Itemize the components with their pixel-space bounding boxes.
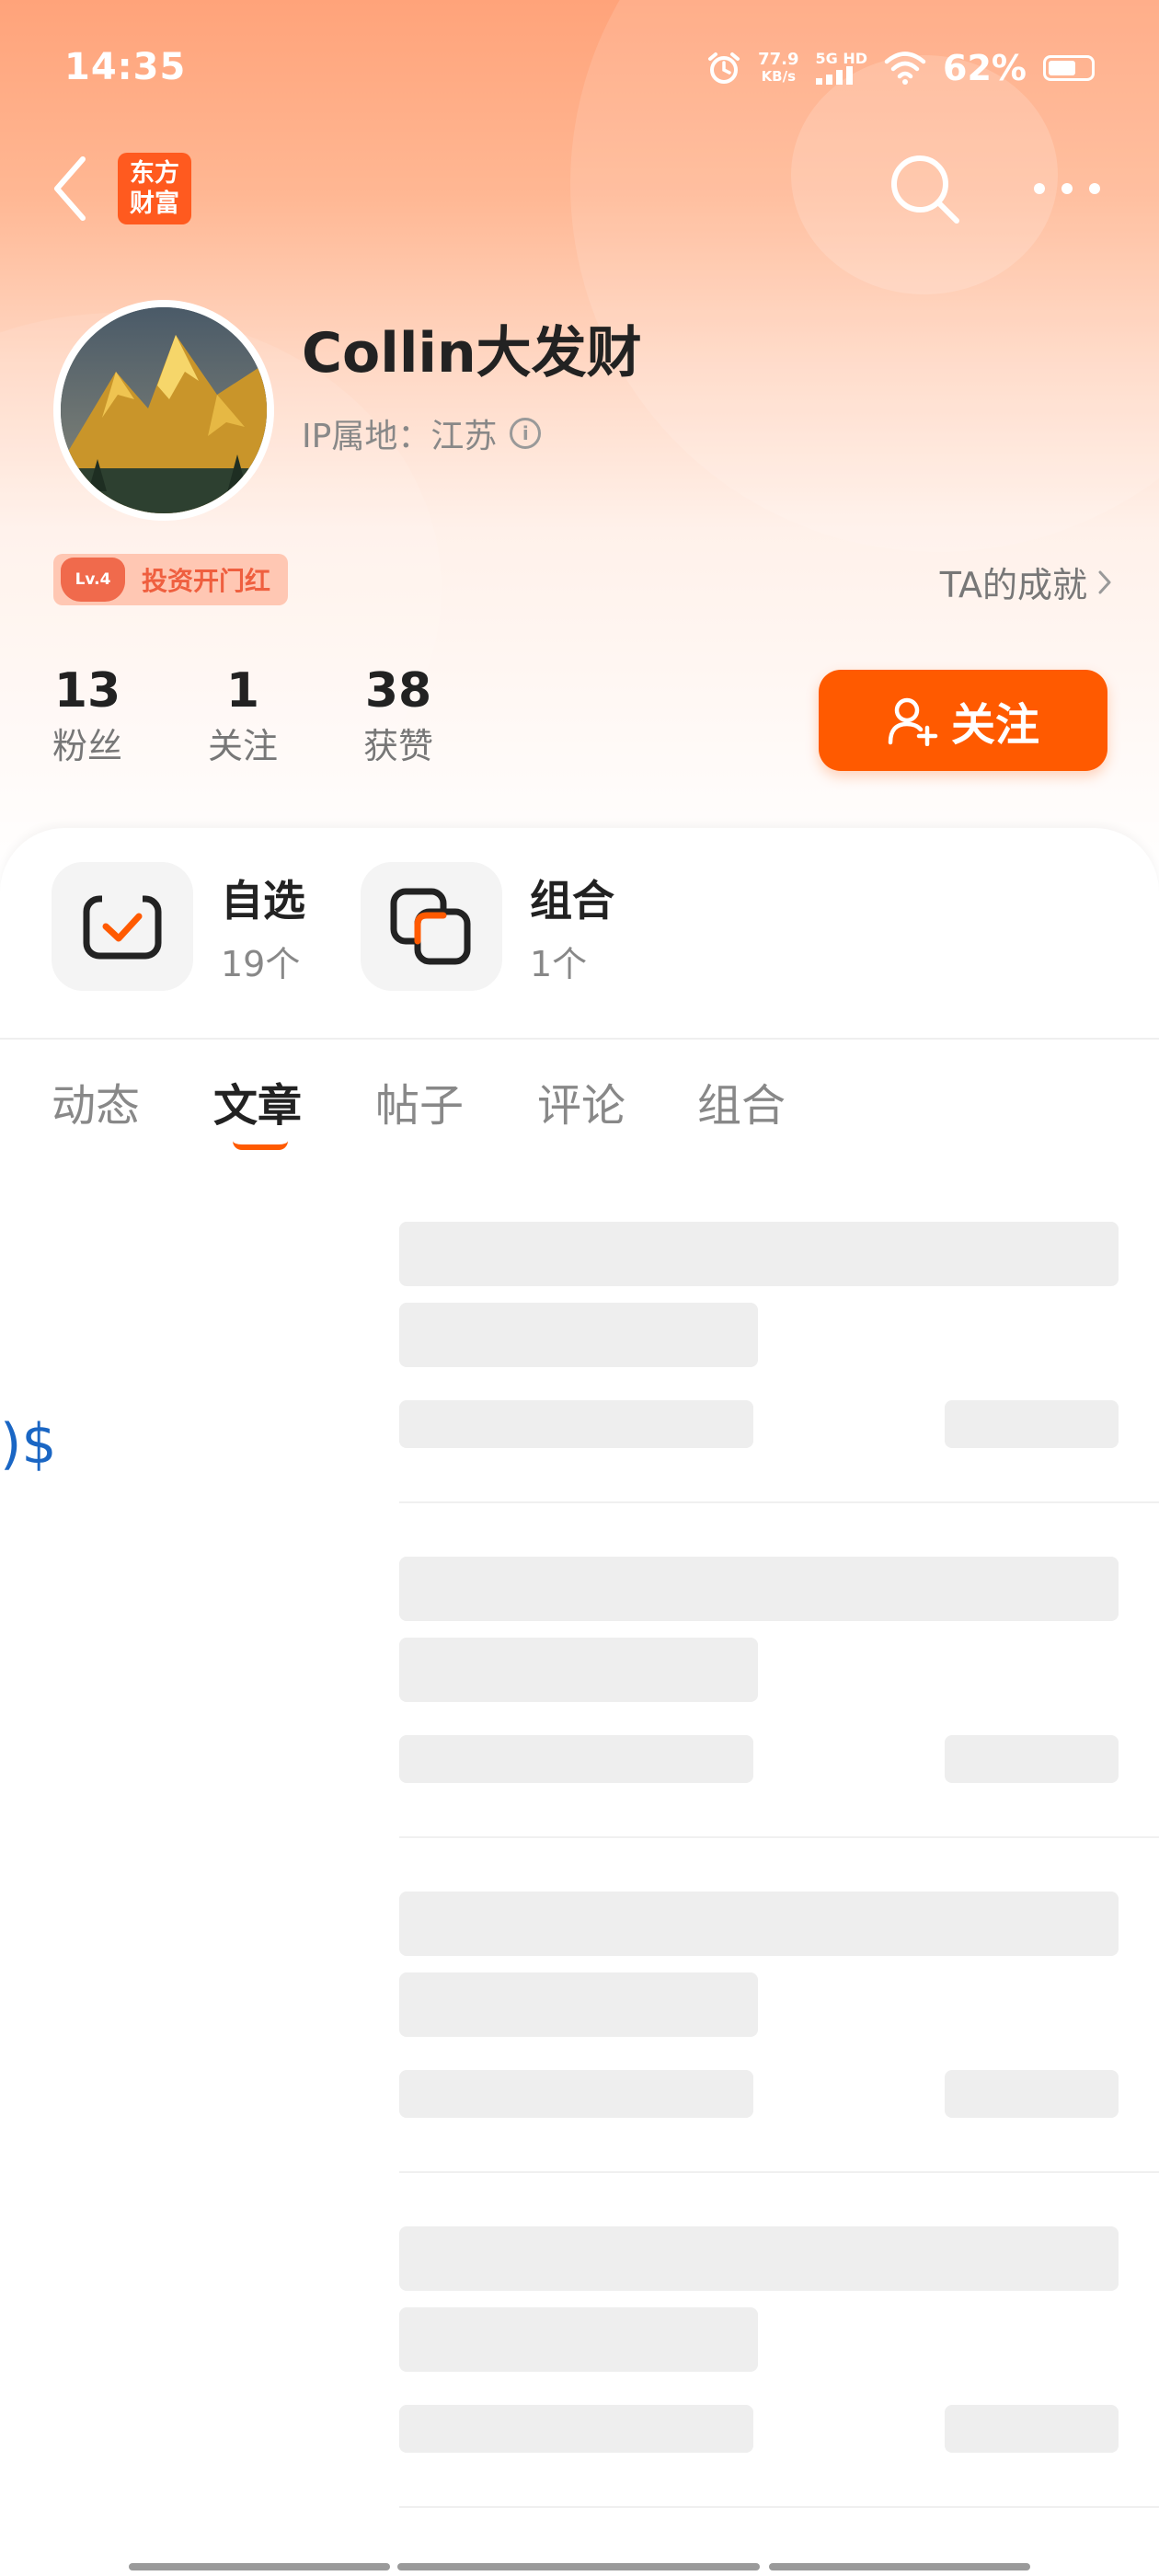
tab-comments[interactable]: 评论 [537,1069,625,1133]
row-separator [399,1501,1159,1503]
skeleton-line [399,1303,758,1367]
skeleton-line [399,2307,758,2372]
watchlist-count: 19个 [221,943,301,984]
row-separator [399,1836,1159,1838]
alarm-icon [708,52,740,84]
row-separator [399,2506,1159,2508]
skeleton-line [945,1735,1119,1783]
skeleton-line [399,2070,753,2118]
divider [0,1038,1159,1040]
tab-portfolio[interactable]: 组合 [697,1069,786,1133]
skeleton-line [945,2070,1119,2118]
skeleton-line [399,1557,1119,1621]
skeleton-line [399,1972,758,2037]
watchlist-title: 自选 [221,875,305,926]
wifi-icon [884,52,926,85]
level-emblem: Lv.4 [61,558,125,602]
status-time: 14:35 [64,46,187,88]
stat-likes[interactable]: 38 获赞 [361,662,435,769]
content-fragment: )$ [0,1412,57,1477]
portfolio-title: 组合 [530,875,614,926]
skeleton-line [399,1735,753,1783]
search-icon [891,155,959,224]
badge-title: 投资开门红 [142,566,271,596]
avatar[interactable] [53,300,274,521]
tab-posts[interactable]: 帖子 [375,1069,464,1133]
tab-articles[interactable]: 文章 [213,1069,302,1133]
dot-icon [1034,183,1045,194]
battery-percent: 62% [943,48,1027,88]
active-tab-indicator [233,1141,288,1150]
portfolio-icon [361,862,502,991]
skeleton-line [399,1892,1119,1956]
skeleton-line [399,1222,1119,1286]
stat-following[interactable]: 1 关注 [206,662,280,769]
username: Collin大发财 [302,321,642,385]
follow-button[interactable]: 关注 [819,670,1107,771]
network-speed: 77.9 KB/s [758,50,799,86]
dot-icon [1089,183,1100,194]
skeleton-line [399,1400,753,1448]
ip-location: IP属地：江苏 i [302,409,542,457]
achievements-link[interactable]: TA的成就 [940,557,1113,607]
skeleton-line [399,1638,758,1702]
dot-icon [1061,183,1073,194]
portfolio-entry[interactable]: 组合 1个 [361,862,614,991]
skeleton-line [945,2405,1119,2453]
skeleton-line [399,2226,1119,2291]
status-bar-right: 77.9 KB/s 5G HD 62% [706,48,1095,88]
row-separator [399,2171,1159,2173]
tab-updates[interactable]: 动态 [52,1069,140,1133]
search-button[interactable] [885,149,966,230]
info-icon[interactable]: i [510,418,542,449]
level-badge[interactable]: Lv.4 投资开门红 [53,554,288,605]
chevron-left-icon [54,156,86,221]
chevron-right-icon [1098,570,1111,593]
cellular-signal-icon: 5G HD [815,52,867,85]
portfolio-count: 1个 [530,943,588,984]
battery-icon [1043,55,1095,81]
watchlist-icon [52,862,193,991]
add-user-icon [888,697,938,746]
skeleton-line [945,1400,1119,1448]
app-logo: 东方 财富 [118,153,191,224]
watchlist-entry[interactable]: 自选 19个 [52,862,305,991]
skeleton-line [399,2405,753,2453]
back-button[interactable] [46,152,101,225]
stat-fans[interactable]: 13 粉丝 [51,662,124,769]
more-options-button[interactable] [1034,166,1100,212]
